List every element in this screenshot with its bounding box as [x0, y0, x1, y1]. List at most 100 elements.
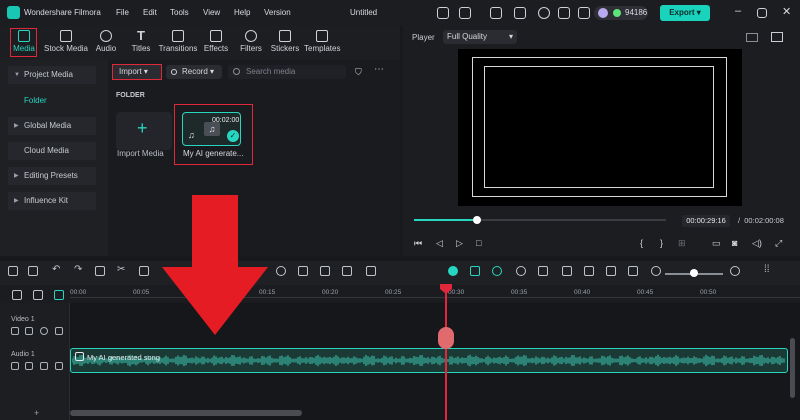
select-tool-icon[interactable]: [28, 266, 38, 276]
step-back-icon[interactable]: ⏮: [414, 238, 422, 249]
tab-titles-label: Titles: [131, 44, 151, 53]
mute-icon[interactable]: [55, 362, 63, 370]
more-icon[interactable]: ⋯: [374, 64, 384, 75]
filmora-logo-icon: [7, 6, 20, 19]
zoom-in-icon[interactable]: [730, 266, 740, 276]
cloud-upload-icon[interactable]: [514, 7, 526, 19]
eye-icon[interactable]: [40, 327, 48, 335]
prev-frame-icon[interactable]: ◁: [436, 238, 443, 249]
sidebar-item-cloud-media[interactable]: Cloud Media: [8, 142, 96, 160]
menu-view[interactable]: View: [203, 8, 220, 17]
zoom-out-icon[interactable]: [651, 266, 661, 276]
close-icon[interactable]: ✕: [782, 5, 791, 18]
fullscreen-icon[interactable]: ⤢: [775, 238, 782, 249]
tab-stock-media[interactable]: Stock Media: [43, 26, 89, 60]
grid-icon[interactable]: [578, 7, 590, 19]
more-grid-icon[interactable]: ⁞⁞: [764, 265, 774, 276]
ai-tools-icon[interactable]: [342, 266, 352, 276]
microphone-icon[interactable]: [562, 266, 572, 276]
audio-track-icon[interactable]: [11, 362, 19, 370]
scrub-handle[interactable]: [473, 216, 481, 224]
tab-effects-label: Effects: [203, 44, 229, 53]
render-icon[interactable]: [492, 266, 502, 276]
tab-transitions[interactable]: Transitions: [158, 26, 198, 60]
menu-edit[interactable]: Edit: [143, 8, 157, 17]
sidebar-item-label: Cloud Media: [24, 146, 69, 155]
track-manager-icon[interactable]: [54, 290, 64, 300]
link-icon[interactable]: [12, 290, 22, 300]
stop-icon[interactable]: □: [476, 238, 481, 248]
ruler-tick: 00:45: [637, 289, 654, 296]
sidebar-item-editing-presets[interactable]: ▶ Editing Presets: [8, 167, 96, 185]
redo-icon[interactable]: ↷: [74, 265, 84, 276]
monitor-icon[interactable]: ▭: [712, 238, 721, 249]
crop-icon[interactable]: [139, 266, 149, 276]
export-button[interactable]: Export ▾: [660, 5, 710, 21]
search-input[interactable]: Search media: [228, 65, 346, 79]
tab-filters[interactable]: Filters: [238, 26, 264, 60]
layout-icon[interactable]: [459, 7, 471, 19]
mark-out-icon[interactable]: }: [660, 238, 663, 248]
zoom-handle[interactable]: [690, 269, 698, 277]
import-button[interactable]: Import ▾: [112, 64, 162, 80]
ai-copilot-icon[interactable]: [448, 266, 458, 276]
color-icon[interactable]: [298, 266, 308, 276]
play-icon[interactable]: ▷: [456, 238, 463, 249]
maximize-icon[interactable]: [757, 8, 767, 18]
menu-file[interactable]: File: [116, 8, 129, 17]
audio-track-label: Audio 1: [11, 351, 35, 358]
menu-version[interactable]: Version: [264, 8, 291, 17]
tab-effects[interactable]: Effects: [202, 26, 230, 60]
adjust-icon[interactable]: [320, 266, 330, 276]
delete-icon[interactable]: [95, 266, 105, 276]
sidebar-item-influence-kit[interactable]: ▶ Influence Kit: [8, 192, 96, 210]
tab-audio[interactable]: Audio: [93, 26, 119, 60]
volume-icon[interactable]: ◁): [752, 238, 762, 249]
media-highlight: [10, 28, 37, 57]
minimize-icon[interactable]: –: [735, 5, 741, 17]
horizontal-scrollbar[interactable]: [70, 410, 302, 416]
playhead[interactable]: [445, 287, 447, 420]
tab-titles[interactable]: T Titles: [127, 26, 155, 60]
lock-icon[interactable]: [25, 327, 33, 335]
split-view-icon[interactable]: [746, 33, 758, 42]
info-icon[interactable]: [538, 7, 550, 19]
vertical-scrollbar[interactable]: [790, 338, 795, 398]
sidebar-item-folder[interactable]: Folder: [8, 92, 96, 110]
menu-help[interactable]: Help: [234, 8, 250, 17]
avatar[interactable]: [598, 8, 608, 18]
snapshot-image-icon[interactable]: [771, 32, 783, 42]
mute-icon[interactable]: [55, 327, 63, 335]
tab-templates[interactable]: Templates: [304, 26, 340, 60]
add-track-icon[interactable]: +: [34, 408, 39, 418]
gift-icon[interactable]: [437, 7, 449, 19]
video-track-icon[interactable]: [11, 327, 19, 335]
menu-tools[interactable]: Tools: [170, 8, 189, 17]
shield-icon[interactable]: [538, 266, 548, 276]
camera-icon[interactable]: ◙: [732, 238, 737, 248]
sidebar-item-project-media[interactable]: ▼ Project Media: [8, 66, 96, 84]
speaker-icon[interactable]: [40, 362, 48, 370]
split-track-icon[interactable]: [628, 266, 638, 276]
lock-icon[interactable]: [25, 362, 33, 370]
list-icon[interactable]: [584, 266, 594, 276]
lightbulb-icon[interactable]: [490, 7, 502, 19]
play-range-icon[interactable]: [516, 266, 526, 276]
playhead-split-handle[interactable]: [438, 327, 454, 349]
support-icon[interactable]: [558, 7, 570, 19]
search-placeholder: Search media: [246, 67, 296, 76]
render-preview-icon[interactable]: ⊞: [678, 238, 686, 249]
tab-stickers[interactable]: Stickers: [270, 26, 300, 60]
layout-grid-icon[interactable]: [8, 266, 18, 276]
quality-select[interactable]: Full Quality ▾: [443, 30, 517, 44]
mark-in-icon[interactable]: {: [640, 238, 643, 248]
picture-in-picture-icon[interactable]: [606, 266, 616, 276]
chain-icon[interactable]: [33, 290, 43, 300]
sidebar-item-global-media[interactable]: ▶ Global Media: [8, 117, 96, 135]
undo-icon[interactable]: ↶: [52, 265, 62, 276]
scissors-icon[interactable]: ✂: [117, 265, 127, 276]
text-to-speech-icon[interactable]: [366, 266, 376, 276]
snap-icon[interactable]: [470, 266, 480, 276]
speed-icon[interactable]: [276, 266, 286, 276]
filter-icon[interactable]: ⛉: [355, 67, 362, 78]
